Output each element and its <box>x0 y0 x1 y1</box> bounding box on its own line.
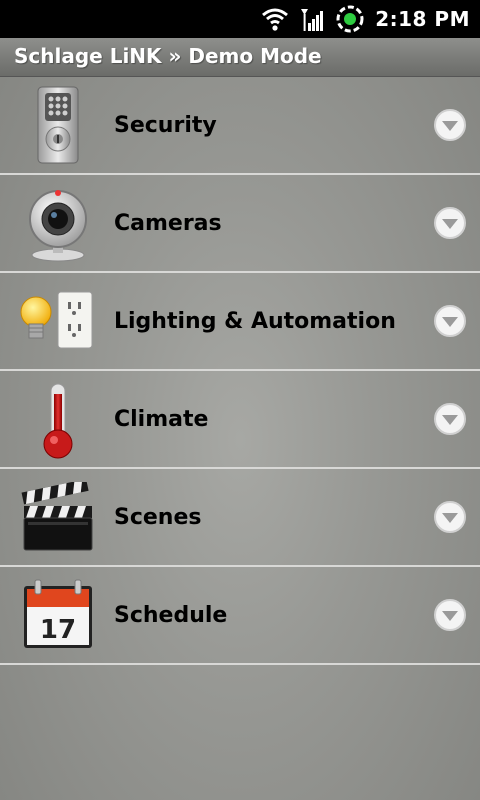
menu-item-lighting[interactable]: Lighting & Automation <box>0 273 480 371</box>
status-icons: 2:18 PM <box>261 0 470 38</box>
lock-icon <box>18 83 98 167</box>
title-bar: Schlage LiNK » Demo Mode <box>0 38 480 77</box>
menu-item-label: Schedule <box>114 602 228 628</box>
status-time: 2:18 PM <box>375 7 470 31</box>
menu-item-scenes[interactable]: Scenes <box>0 469 480 567</box>
page-title: Schlage LiNK » Demo Mode <box>14 44 322 68</box>
signal-icon <box>301 9 324 31</box>
menu-item-climate[interactable]: Climate <box>0 371 480 469</box>
clapperboard-icon <box>18 475 98 559</box>
wifi-icon <box>262 8 289 31</box>
status-bar: 2:18 PM <box>0 0 480 38</box>
menu-item-label: Climate <box>114 406 209 432</box>
chevron-down-icon[interactable] <box>432 107 468 143</box>
menu-item-security[interactable]: Security <box>0 77 480 175</box>
menu-item-label: Scenes <box>114 504 202 530</box>
bulb-outlet-icon <box>18 279 98 363</box>
menu-item-cameras[interactable]: Cameras <box>0 175 480 273</box>
chevron-down-icon[interactable] <box>432 303 468 339</box>
menu-item-label: Cameras <box>114 210 222 236</box>
chevron-down-icon[interactable] <box>432 499 468 535</box>
chevron-down-icon[interactable] <box>432 401 468 437</box>
menu-item-label: Lighting & Automation <box>114 308 396 334</box>
camera-icon <box>18 181 98 265</box>
menu-list: Security Cameras Lighting & Automation C… <box>0 77 480 665</box>
thermometer-icon <box>18 377 98 461</box>
menu-item-label: Security <box>114 112 217 138</box>
chevron-down-icon[interactable] <box>432 205 468 241</box>
calendar-day: 17 <box>40 615 76 645</box>
chevron-down-icon[interactable] <box>432 597 468 633</box>
menu-item-schedule[interactable]: 17 Schedule <box>0 567 480 665</box>
sync-icon <box>336 5 364 33</box>
calendar-icon: 17 <box>18 573 98 657</box>
